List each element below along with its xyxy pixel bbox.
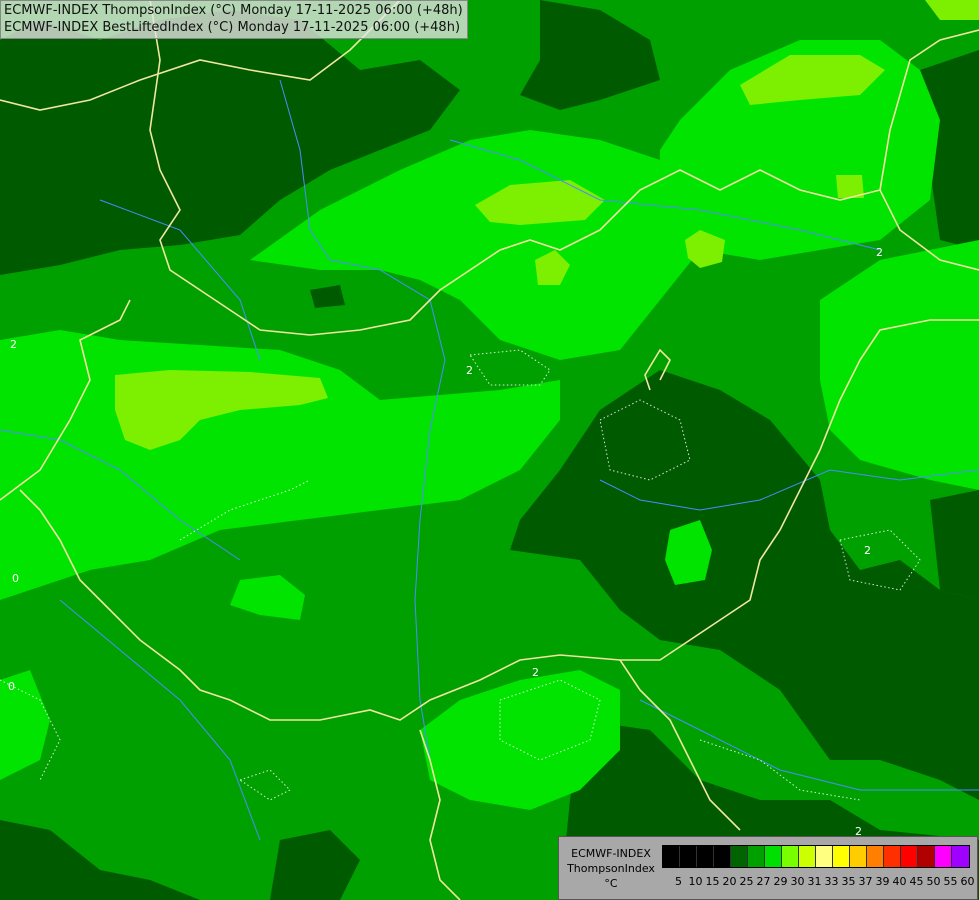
legend-swatch <box>748 846 765 867</box>
legend-swatch <box>663 846 680 867</box>
legend-tick-label: 29 <box>773 875 788 888</box>
legend-swatch <box>816 846 833 867</box>
contour-label: 2 <box>466 364 473 377</box>
legend-swatch <box>697 846 714 867</box>
legend-tick-label: 31 <box>807 875 822 888</box>
legend-swatch <box>765 846 782 867</box>
color-legend: ECMWF-INDEX ThompsonIndex °C 5 10 15 20 25 27… <box>558 836 978 900</box>
legend-swatch <box>901 846 918 867</box>
legend-tick-label: 39 <box>875 875 890 888</box>
legend-tick-label: 50 <box>926 875 941 888</box>
contour-label: 2 <box>864 544 871 557</box>
legend-model: ECMWF-INDEX <box>571 847 651 860</box>
legend-swatch <box>782 846 799 867</box>
legend-tick-label: 37 <box>858 875 873 888</box>
legend-parameter: ThompsonIndex <box>567 862 655 875</box>
legend-tick-label: 10 <box>688 875 703 888</box>
legend-swatch <box>918 846 935 867</box>
legend-swatch <box>680 846 697 867</box>
legend-swatches <box>662 845 970 868</box>
legend-ticks: 5 10 15 20 25 27 29 30 31 33 35 37 39 40 45 50 55 60 <box>670 875 976 888</box>
legend-tick-label: 40 <box>892 875 907 888</box>
legend-swatch <box>731 846 748 867</box>
legend-swatch <box>850 846 867 867</box>
legend-tick-label: 60 <box>960 875 975 888</box>
legend-tick-label: 33 <box>824 875 839 888</box>
map-title-box: ECMWF-INDEX ThompsonIndex (°C) Monday 17… <box>0 0 468 39</box>
legend-unit: °C <box>604 877 618 890</box>
contour-label: 0 <box>12 572 19 585</box>
legend-tick-label: 30 <box>790 875 805 888</box>
contour-label: 2 <box>10 338 17 351</box>
legend-tick-label: 55 <box>943 875 958 888</box>
legend-swatch <box>867 846 884 867</box>
legend-title: ECMWF-INDEX ThompsonIndex °C <box>563 846 659 891</box>
contour-label: 0 <box>8 680 15 693</box>
contour-label: 2 <box>532 666 539 679</box>
contour-label: 2 <box>876 246 883 259</box>
title-thompson-index: ECMWF-INDEX ThompsonIndex (°C) Monday 17… <box>4 3 463 18</box>
legend-swatch <box>799 846 816 867</box>
legend-swatch <box>884 846 901 867</box>
legend-tick-label: 27 <box>756 875 771 888</box>
legend-tick-label: 15 <box>705 875 720 888</box>
legend-swatch <box>714 846 731 867</box>
title-best-lifted-index: ECMWF-INDEX BestLiftedIndex (°C) Monday … <box>4 20 461 35</box>
legend-tick-label: 35 <box>841 875 856 888</box>
legend-tick-label: 25 <box>739 875 754 888</box>
weather-map: 2 2 2 2 0 0 2 2 <box>0 0 979 900</box>
legend-swatch <box>952 846 969 867</box>
legend-swatch <box>935 846 952 867</box>
legend-tick-label: 5 <box>675 875 682 888</box>
legend-tick-label: 20 <box>722 875 737 888</box>
legend-swatch <box>833 846 850 867</box>
legend-tick-label: 45 <box>909 875 924 888</box>
